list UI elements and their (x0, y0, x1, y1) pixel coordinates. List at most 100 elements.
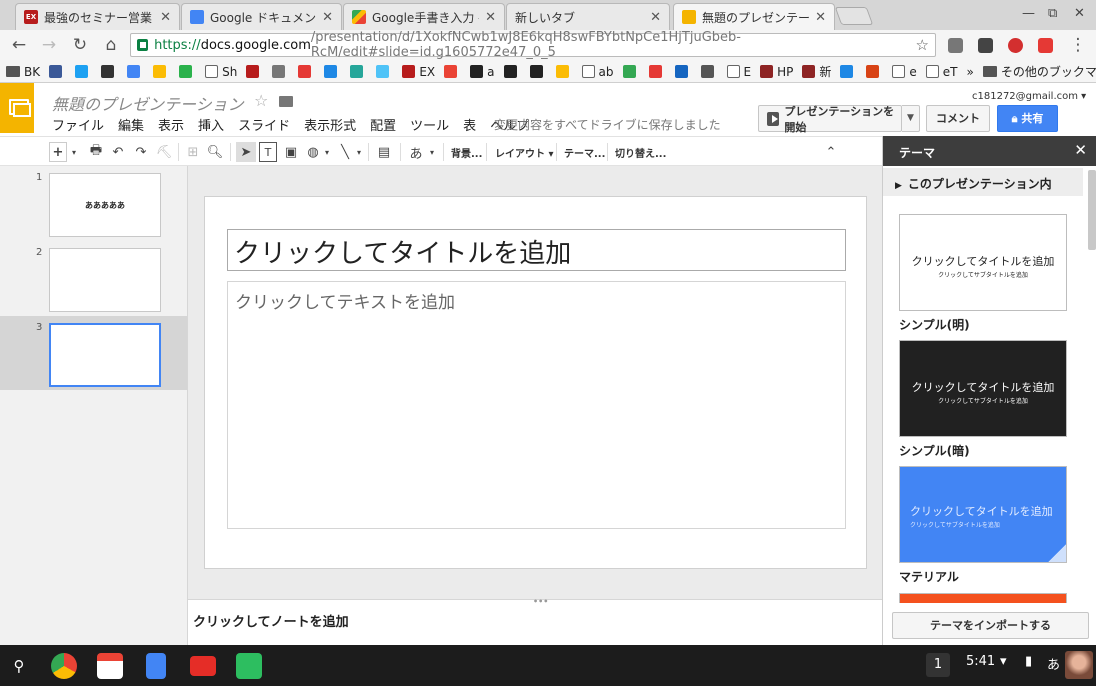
back-icon[interactable]: ← (9, 35, 29, 55)
undo-icon[interactable]: ↶ (109, 142, 127, 162)
forward-icon[interactable]: → (39, 35, 59, 55)
bookmark-item[interactable] (529, 65, 547, 78)
close-window-icon[interactable]: ✕ (1074, 6, 1085, 21)
bookmark-item[interactable] (350, 65, 367, 78)
zoom-fit-icon[interactable]: ⊞ (184, 142, 202, 162)
bookmark-star-icon[interactable]: ☆ (916, 36, 929, 54)
input-tool-button[interactable]: あ (406, 142, 426, 162)
reload-icon[interactable]: ↻ (70, 35, 90, 55)
bookmark-item[interactable]: ab (581, 65, 614, 79)
select-icon[interactable]: ➤ (236, 142, 256, 162)
youtube-icon[interactable] (190, 656, 216, 676)
chrome-icon[interactable] (51, 653, 77, 679)
shape-dropdown-icon[interactable]: ▾ (322, 142, 332, 162)
theme-thumbnail-partial[interactable] (899, 593, 1067, 603)
bookmark-item[interactable] (376, 65, 393, 78)
extension-doc-icon[interactable] (948, 38, 963, 53)
transition-button[interactable]: 切り替え... (615, 145, 666, 160)
wifi-icon[interactable]: ▾ (1000, 654, 1007, 669)
bookmark-item[interactable] (866, 65, 883, 78)
bookmark-item[interactable] (75, 65, 92, 78)
present-button[interactable]: プレゼンテーションを開始 (758, 105, 902, 134)
evernote-icon[interactable] (236, 653, 262, 679)
slide-thumbnail[interactable] (49, 248, 161, 312)
bookmark-item[interactable] (246, 65, 263, 78)
slide-thumbnail[interactable]: あああああ (49, 173, 161, 237)
image-icon[interactable]: ▣ (282, 142, 300, 162)
star-icon[interactable]: ☆ (254, 91, 268, 110)
slide-thumbnail-row[interactable]: 1 あああああ (0, 166, 187, 240)
bookmark-item[interactable]: EX (402, 65, 435, 79)
menu-format[interactable]: 表示形式 (304, 115, 356, 134)
theme-thumbnail-simple-dark[interactable]: クリックしてタイトルを追加 クリックしてサブタイトルを追加 (899, 340, 1067, 437)
adblock-icon[interactable] (1008, 38, 1023, 53)
collapse-toolbar-icon[interactable]: ⌃ (822, 142, 840, 162)
restore-icon[interactable]: ⧉ (1048, 6, 1057, 21)
bookmark-item[interactable]: BK (6, 65, 40, 79)
bookmark-item[interactable] (674, 65, 692, 78)
close-icon[interactable]: ✕ (322, 10, 333, 25)
extension-hand-icon[interactable] (978, 38, 993, 53)
input-tool-dropdown-icon[interactable]: ▾ (427, 142, 437, 162)
docs-icon[interactable] (146, 653, 166, 679)
theme-thumbnail-material[interactable]: クリックしてタイトルを追加 クリックしてサブタイトルを追加 (899, 466, 1067, 563)
text-box-icon[interactable]: T (259, 142, 277, 162)
avatar[interactable] (1065, 651, 1093, 679)
present-dropdown-icon[interactable]: ▼ (902, 105, 920, 132)
close-icon[interactable]: ✕ (815, 10, 826, 25)
ime-indicator[interactable]: あ (1047, 654, 1060, 673)
bookmark-item[interactable] (298, 65, 315, 78)
bookmarks-overflow-button[interactable]: » (966, 65, 973, 79)
theme-section-header[interactable]: ▶ このプレゼンテーション内 (883, 168, 1083, 196)
slide-thumbnail-row-selected[interactable]: 3 (0, 316, 187, 390)
line-dropdown-icon[interactable]: ▾ (354, 142, 364, 162)
theme-thumbnail-simple-light[interactable]: クリックしてタイトルを追加 クリックしてサブタイトルを追加 (899, 214, 1067, 311)
folder-icon[interactable] (279, 96, 293, 107)
resize-handle[interactable]: ••• (533, 597, 548, 606)
tab-presentation[interactable]: 無題のプレゼンテーシ ✕ (673, 3, 835, 30)
close-icon[interactable]: ✕ (650, 10, 661, 25)
address-bar[interactable]: https://docs.google.com/presentation/d/1… (130, 30, 936, 60)
import-theme-button[interactable]: テーマをインポートする (892, 612, 1089, 639)
menu-view[interactable]: 表示 (158, 115, 184, 134)
redo-icon[interactable]: ↷ (132, 142, 150, 162)
bookmark-item[interactable] (555, 65, 573, 78)
other-bookmarks-folder[interactable]: その他のブックマーク (982, 63, 1096, 80)
minimize-icon[interactable]: — (1022, 6, 1035, 21)
bookmark-item[interactable] (272, 65, 289, 78)
bookmark-item[interactable] (49, 65, 66, 78)
bookmark-item[interactable]: e (892, 65, 917, 79)
zoom-icon[interactable]: 🔍︎ (206, 142, 224, 162)
new-slide-icon[interactable]: + (49, 142, 67, 162)
comment-button[interactable]: コメント (926, 105, 990, 132)
clock[interactable]: 5:41 (966, 654, 995, 669)
speaker-notes[interactable]: ••• クリックしてノートを追加 (188, 597, 882, 645)
home-icon[interactable]: ⌂ (101, 35, 121, 55)
body-placeholder[interactable]: クリックしてテキストを追加 (227, 281, 846, 529)
bookmark-item[interactable] (179, 65, 196, 78)
bookmark-item[interactable] (622, 65, 640, 78)
bookmark-item[interactable] (840, 65, 857, 78)
document-title[interactable]: 無題のプレゼンテーション (52, 91, 244, 115)
menu-edit[interactable]: 編集 (118, 115, 144, 134)
close-icon[interactable]: ✕ (160, 10, 171, 25)
close-icon[interactable]: ✕ (1074, 141, 1087, 159)
tab-seminar[interactable]: EX 最強のセミナー営業・ ✕ (15, 3, 180, 30)
slide-thumbnail[interactable] (49, 323, 161, 387)
bookmark-item[interactable] (127, 65, 144, 78)
shape-icon[interactable]: ◍ (304, 142, 322, 162)
background-button[interactable]: 背景... (451, 145, 482, 160)
bookmark-item[interactable] (503, 65, 521, 78)
menu-arrange[interactable]: 配置 (370, 115, 396, 134)
bookmark-item[interactable]: HP (760, 65, 793, 79)
layout-button[interactable]: レイアウト ▾ (495, 145, 554, 160)
notification-badge[interactable]: 1 (926, 653, 950, 677)
bookmark-item[interactable] (324, 65, 341, 78)
search-icon[interactable]: ⚲ (6, 653, 32, 679)
tab-google-docs[interactable]: Google ドキュメント ✕ (181, 3, 342, 30)
line-icon[interactable]: ╲ (336, 142, 354, 162)
battery-icon[interactable]: ▮ (1025, 654, 1032, 669)
slides-logo-icon[interactable] (0, 83, 34, 133)
menu-tools[interactable]: ツール (410, 115, 449, 134)
menu-table[interactable]: 表 (463, 115, 476, 134)
